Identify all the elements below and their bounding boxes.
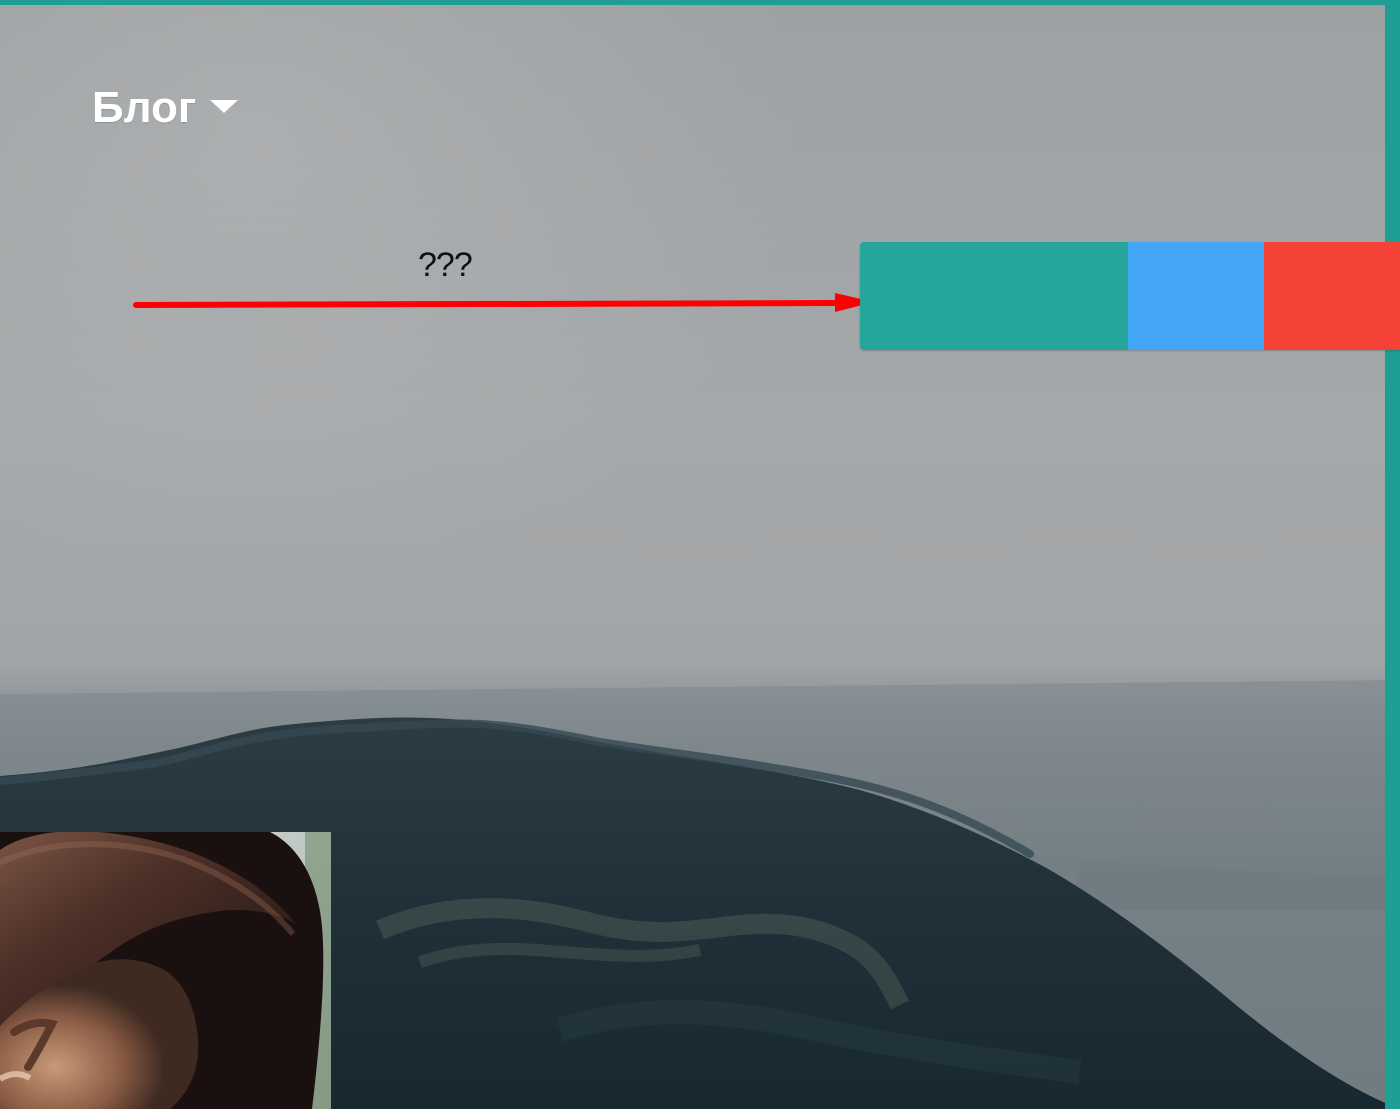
- blog-menu-label: Блог: [92, 83, 197, 132]
- avatar: [0, 832, 331, 1109]
- color-segment-bar: [860, 242, 1400, 350]
- red-segment[interactable]: [1264, 242, 1400, 350]
- blue-segment[interactable]: [1128, 242, 1264, 350]
- blog-menu[interactable]: Блог: [92, 83, 239, 132]
- top-accent-border: [0, 0, 1400, 5]
- page-root: Блог ???: [0, 0, 1400, 1109]
- chevron-down-icon: [210, 99, 239, 113]
- arrow-right-icon: [133, 293, 874, 312]
- teal-segment[interactable]: [860, 242, 1128, 350]
- avatar-image: [0, 832, 331, 1109]
- right-accent-border: [1385, 0, 1400, 1109]
- annotation-label: ???: [418, 246, 473, 284]
